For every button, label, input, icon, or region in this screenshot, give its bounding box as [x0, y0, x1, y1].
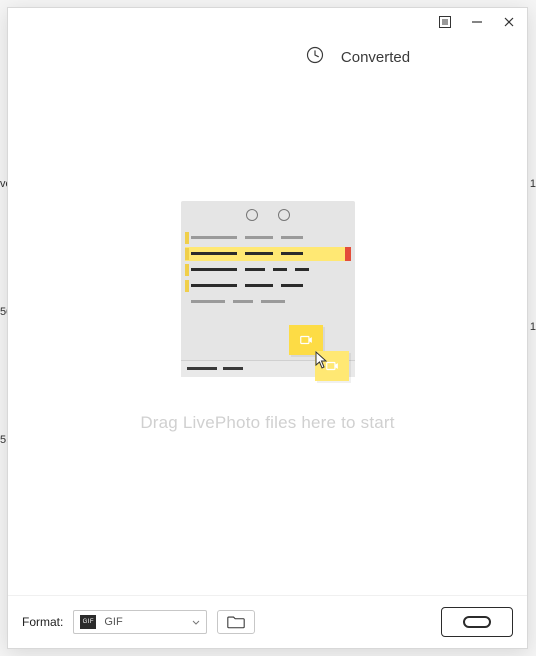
bg-fragment: 1 — [530, 178, 536, 190]
output-folder-button[interactable] — [217, 610, 255, 634]
drop-illustration — [181, 201, 355, 391]
folder-icon — [227, 615, 245, 629]
footer: Format: GIF GIF — [8, 595, 527, 648]
gif-badge-icon: GIF — [80, 615, 96, 629]
cursor-icon — [315, 351, 329, 369]
close-icon — [502, 15, 516, 29]
format-select[interactable]: GIF GIF — [73, 610, 207, 634]
history-icon — [305, 45, 325, 70]
titlebar — [8, 8, 527, 36]
menu-button[interactable] — [433, 10, 457, 34]
chevron-down-icon — [192, 613, 200, 631]
minimize-button[interactable] — [465, 10, 489, 34]
drop-area[interactable]: Drag LivePhoto files here to start — [8, 78, 527, 595]
close-button[interactable] — [497, 10, 521, 34]
format-value: GIF — [104, 616, 122, 628]
minimize-icon — [470, 15, 484, 29]
convert-button[interactable] — [441, 607, 513, 637]
app-window: Converted — [7, 7, 528, 649]
bg-fragment: 1 — [530, 321, 536, 333]
header: Converted — [8, 36, 527, 78]
format-label: Format: — [22, 615, 63, 629]
convert-icon — [462, 615, 492, 629]
menu-icon — [438, 15, 452, 29]
drop-hint-text: Drag LivePhoto files here to start — [140, 413, 394, 433]
converted-tab[interactable]: Converted — [341, 49, 410, 66]
